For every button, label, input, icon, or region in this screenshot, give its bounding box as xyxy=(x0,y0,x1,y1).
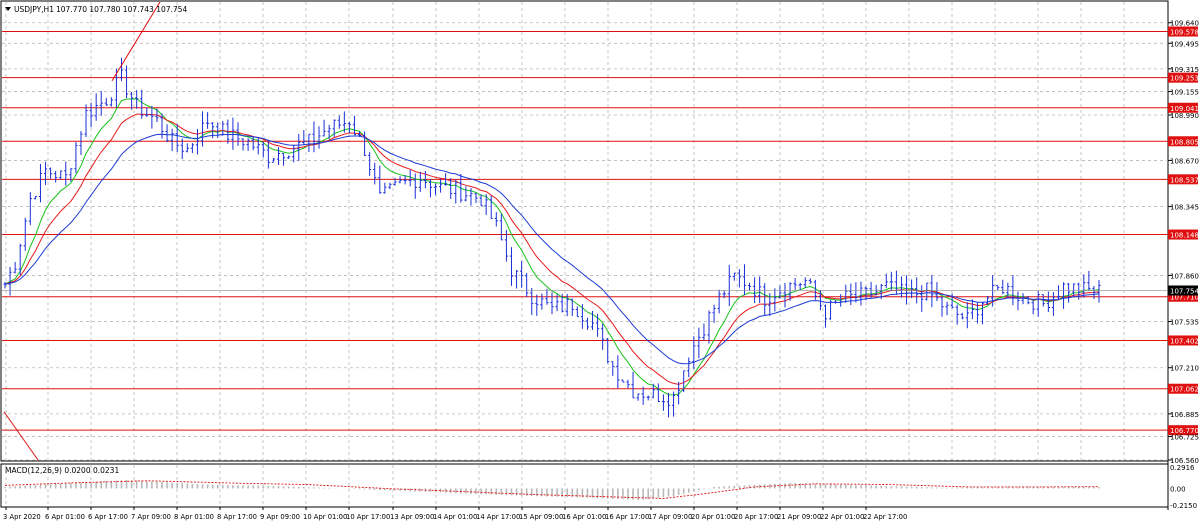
level-price-label: 107.062 xyxy=(1170,386,1199,394)
level-price-label: 108.148 xyxy=(1170,232,1199,240)
x-tick-label: 15 Apr 09:00 xyxy=(519,513,563,521)
macd-tick-label: -0.2150 xyxy=(1170,502,1197,510)
current-price-label: 107.754 xyxy=(1170,287,1199,295)
macd-panel xyxy=(0,463,1169,508)
y-tick-label: 106.725 xyxy=(1170,434,1199,442)
y-tick-label: 109.640 xyxy=(1170,20,1199,28)
symbol-header: USDJPY,H1 107.770 107.780 107.743 107.75… xyxy=(5,5,187,14)
x-tick-label: 22 Apr 17:00 xyxy=(863,513,907,521)
macd-tick-label: 0.00 xyxy=(1170,485,1186,493)
level-price-label: 107.402 xyxy=(1170,337,1199,345)
level-price-label: 109.253 xyxy=(1170,75,1199,83)
chart-window[interactable]: 109.578 109.253 109.041 108.805 108.537 108.1… xyxy=(0,0,1200,525)
y-tick-label: 108.345 xyxy=(1170,204,1199,212)
x-tick-label: 20 Apr 01:00 xyxy=(691,513,735,521)
macd-label: MACD(12,26,9) 0.0200 0.0231 xyxy=(5,466,119,475)
x-tick-label: 6 Apr 17:00 xyxy=(88,513,128,521)
y-tick-label: 108.990 xyxy=(1170,112,1199,120)
x-tick-label: 21 Apr 09:00 xyxy=(777,513,821,521)
x-tick-label: 20 Apr 17:00 xyxy=(734,513,778,521)
y-tick-label: 108.670 xyxy=(1170,157,1199,165)
y-tick-label: 109.315 xyxy=(1170,66,1199,74)
level-price-label: 108.537 xyxy=(1170,176,1199,184)
x-tick-label: 7 Apr 09:00 xyxy=(131,513,171,521)
x-tick-label: 9 Apr 09:00 xyxy=(260,513,300,521)
y-tick-label: 106.885 xyxy=(1170,411,1199,419)
macd-tick-label: 0.2916 xyxy=(1170,464,1195,472)
time-scale: 3 Apr 2020 6 Apr 01:00 6 Apr 17:00 7 Apr 09… xyxy=(3,507,907,521)
x-tick-label: 10 Apr 01:00 xyxy=(303,513,347,521)
x-tick-label: 16 Apr 01:00 xyxy=(562,513,606,521)
x-tick-label: 17 Apr 09:00 xyxy=(648,513,692,521)
x-tick-label: 14 Apr 01:00 xyxy=(433,513,477,521)
x-tick-label: 3 Apr 2020 xyxy=(3,513,41,521)
y-tick-label: 109.155 xyxy=(1170,89,1199,97)
y-tick-label: 109.495 xyxy=(1170,40,1199,48)
y-tick-label: 107.210 xyxy=(1170,365,1199,373)
ohlc-readout: 107.770 107.780 107.743 107.754 xyxy=(56,5,187,14)
price-panel xyxy=(0,0,1169,462)
y-tick-label: 107.535 xyxy=(1170,319,1199,327)
x-tick-label: 13 Apr 09:00 xyxy=(390,513,434,521)
y-tick-label: 107.860 xyxy=(1170,272,1199,280)
symbol-label: USDJPY,H1 xyxy=(14,5,54,14)
x-tick-label: 10 Apr 17:00 xyxy=(346,513,390,521)
x-tick-label: 16 Apr 17:00 xyxy=(605,513,649,521)
level-price-label: 108.805 xyxy=(1170,138,1199,146)
x-tick-label: 6 Apr 01:00 xyxy=(45,513,85,521)
level-price-label: 109.578 xyxy=(1170,29,1199,37)
x-tick-label: 22 Apr 01:00 xyxy=(820,513,864,521)
x-tick-label: 8 Apr 17:00 xyxy=(217,513,257,521)
x-tick-label: 14 Apr 17:00 xyxy=(476,513,520,521)
usdjpy-h1-chart[interactable]: 109.578109.253109.041108.805108.537108.1… xyxy=(0,0,1200,525)
x-tick-label: 8 Apr 01:00 xyxy=(174,513,214,521)
